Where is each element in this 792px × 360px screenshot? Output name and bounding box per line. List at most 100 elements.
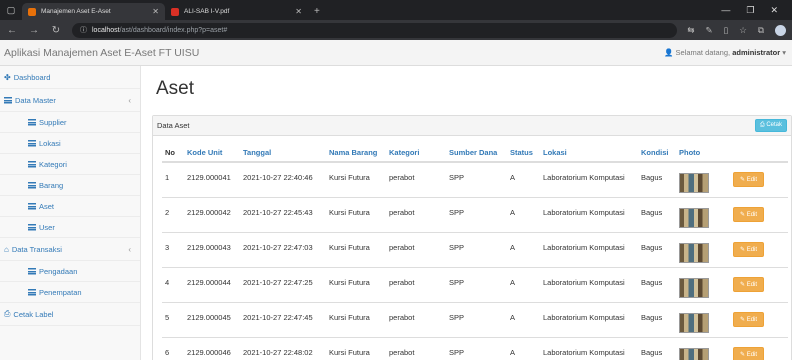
info-icon[interactable]: ⓘ — [80, 25, 87, 35]
sidebar-item-data-master[interactable]: Data Master ‹ — [0, 89, 140, 112]
asset-photo-thumbnail[interactable] — [679, 347, 709, 360]
print-button[interactable]: ⎙ Cetak — [754, 119, 787, 132]
sidebar-item-barang[interactable]: Barang — [0, 175, 140, 196]
table-icon — [28, 288, 36, 296]
new-tab-icon[interactable]: + — [308, 3, 326, 20]
minimize-icon[interactable]: — — [721, 5, 730, 15]
edit-button[interactable]: ✎ Edit — [733, 277, 765, 292]
cell-tanggal: 2021-10-27 22:45:43 — [240, 197, 326, 233]
cell-lokasi: Laboratorium Komputasi — [540, 232, 638, 268]
table-row: 5 2129.000045 2021-10-27 22:47:45 Kursi Fut… — [162, 302, 788, 338]
bank-icon: ⌂ — [4, 244, 9, 254]
table-row: 3 2129.000043 2021-10-27 22:47:03 Kursi Fut… — [162, 232, 788, 268]
cell-sumber-dana: SPP — [446, 162, 507, 198]
panel-title: Data Aset — [157, 121, 190, 130]
sidebar-item-penempatan[interactable]: Penempatan — [0, 282, 140, 303]
cell-action: ✎ Edit — [730, 162, 788, 198]
asset-photo-thumbnail[interactable] — [679, 242, 709, 263]
back-icon[interactable]: ← — [6, 25, 18, 36]
sidebar-item-cetak-label[interactable]: ⎙ Cetak Label — [0, 303, 140, 326]
column-header-nama-barang[interactable]: Nama Barang — [326, 144, 386, 163]
column-header-tanggal[interactable]: Tanggal — [240, 144, 326, 163]
cell-kondisi: Bagus — [638, 232, 676, 268]
column-header-lokasi[interactable]: Lokasi — [540, 144, 638, 163]
edit-button[interactable]: ✎ Edit — [733, 312, 765, 327]
panel-heading: Data Aset ⎙ Cetak — [153, 116, 791, 136]
sidebar-item-aset[interactable]: Aset — [0, 196, 140, 217]
user-menu[interactable]: 👤 Selamat datang, administrator ▾ — [664, 48, 792, 57]
extension-icon[interactable]: ✎ — [705, 25, 712, 36]
profile-avatar[interactable] — [775, 24, 786, 36]
tab-title: Manajemen Aset E-Aset — [41, 8, 111, 15]
sidebar-item-label: Aset — [39, 201, 55, 211]
edit-icon: ✎ — [740, 212, 747, 218]
cell-sumber-dana: SPP — [446, 267, 507, 303]
cell-nama-barang: Kursi Futura — [326, 232, 386, 268]
column-header-kategori[interactable]: Kategori — [386, 144, 446, 163]
browser-tab-active[interactable]: Manajemen Aset E-Aset ✕ — [22, 3, 165, 20]
edit-button[interactable]: ✎ Edit — [733, 172, 765, 188]
cell-kategori: perabot — [386, 197, 446, 233]
table-icon — [28, 223, 36, 231]
cell-photo — [676, 232, 730, 268]
cell-action: ✎ Edit — [730, 337, 788, 360]
reader-icon[interactable]: ▯ — [724, 25, 729, 36]
edit-button-label: Edit — [746, 177, 758, 184]
sidebar-item-label: Pengadaan — [39, 266, 78, 276]
forward-icon[interactable]: → — [28, 25, 40, 36]
column-header-kode-unit[interactable]: Kode Unit — [184, 144, 240, 163]
app-brand[interactable]: Aplikasi Manajemen Aset E-Aset FT UISU — [0, 47, 199, 59]
edit-button[interactable]: ✎ Edit — [733, 207, 765, 222]
tab-close-icon[interactable]: ✕ — [295, 7, 302, 16]
cell-no: 5 — [162, 302, 184, 338]
cell-no: 4 — [162, 267, 184, 303]
edit-button[interactable]: ✎ Edit — [733, 347, 765, 360]
column-header-status[interactable]: Status — [507, 144, 540, 163]
cell-kategori: perabot — [386, 302, 446, 338]
user-icon: 👤 — [664, 48, 674, 57]
cell-status: A — [507, 232, 540, 268]
browser-tab[interactable]: ALI-SAB I-V.pdf ✕ — [165, 3, 308, 20]
tab-actions-icon[interactable]: ▢ — [0, 0, 22, 20]
sidebar-item-kategori[interactable]: Kategori — [0, 154, 140, 175]
translate-icon[interactable]: ⇆ — [687, 25, 694, 36]
reload-icon[interactable]: ↻ — [50, 25, 62, 36]
table-row: 6 2129.000046 2021-10-27 22:48:02 Kursi Fut… — [162, 337, 788, 360]
asset-photo-thumbnail[interactable] — [679, 172, 709, 193]
browser-toolbar: ← → ↻ ⓘ localhost/ast/dashboard/index.ph… — [0, 20, 792, 40]
column-header-sumber-dana[interactable]: Sumber Dana — [446, 144, 507, 163]
edit-icon: ✎ — [740, 247, 747, 253]
table-icon — [28, 118, 36, 126]
cell-photo — [676, 267, 730, 303]
sidebar-item-supplier[interactable]: Supplier — [0, 112, 140, 133]
sidebar-item-pengadaan[interactable]: Pengadaan — [0, 261, 140, 282]
sidebar-item-user[interactable]: User — [0, 217, 140, 238]
dashboard-icon: ✤ — [4, 72, 11, 82]
cell-tanggal: 2021-10-27 22:40:46 — [240, 162, 326, 198]
tab-close-icon[interactable]: ✕ — [152, 7, 159, 16]
asset-photo-thumbnail[interactable] — [679, 207, 709, 228]
sidebar: ✤ Dashboard Data Master ‹ Supplier Lokas… — [0, 66, 141, 360]
sidebar-item-lokasi[interactable]: Lokasi — [0, 133, 140, 154]
asset-photo-thumbnail[interactable] — [679, 277, 709, 298]
sidebar-item-dashboard[interactable]: ✤ Dashboard — [0, 66, 140, 89]
asset-photo-thumbnail[interactable] — [679, 312, 709, 333]
close-window-icon[interactable]: ✕ — [770, 5, 778, 16]
cell-action: ✎ Edit — [730, 232, 788, 268]
cell-kategori: perabot — [386, 232, 446, 268]
edit-icon: ✎ — [740, 352, 747, 358]
cell-sumber-dana: SPP — [446, 197, 507, 233]
restore-icon[interactable]: ❐ — [746, 5, 754, 16]
column-header-kondisi[interactable]: Kondisi — [638, 144, 676, 163]
sidebar-item-data-transaksi[interactable]: ⌂ Data Transaksi ‹ — [0, 238, 140, 261]
column-header-no[interactable]: No — [162, 144, 184, 163]
edit-button[interactable]: ✎ Edit — [733, 242, 765, 257]
table-header-row: No Kode Unit Tanggal Nama Barang Kategor… — [162, 144, 788, 163]
cell-sumber-dana: SPP — [446, 232, 507, 268]
cell-status: A — [507, 197, 540, 233]
collections-icon[interactable]: ⧉ — [758, 25, 764, 36]
chevron-left-icon: ‹ — [128, 244, 131, 254]
cell-action: ✎ Edit — [730, 197, 788, 233]
address-bar[interactable]: ⓘ localhost/ast/dashboard/index.php?p=as… — [72, 22, 678, 38]
bookmark-star-icon[interactable]: ☆ — [739, 25, 747, 36]
